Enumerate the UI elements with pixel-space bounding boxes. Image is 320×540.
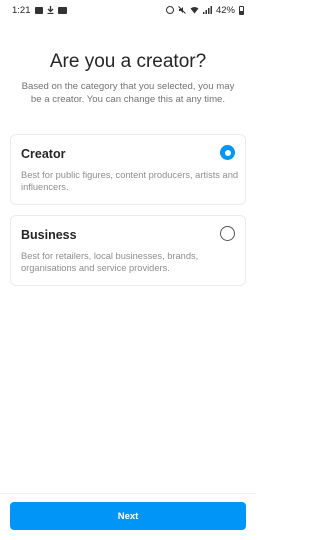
creator-radio-button[interactable] (220, 145, 235, 160)
option-business-title: Business (21, 228, 77, 242)
creator-selection-screen: 1:21 42% Are you a creator? Based on the… (0, 0, 256, 540)
option-creator-title: Creator (21, 147, 66, 161)
image-icon (34, 6, 43, 14)
option-business-card[interactable]: Business Best for retailers, local busin… (10, 215, 246, 286)
business-radio-button[interactable] (220, 226, 235, 241)
status-bar-right: 42% (165, 4, 244, 16)
status-bar-left: 1:21 (12, 5, 67, 16)
next-button[interactable]: Next (10, 502, 246, 530)
mute-icon (178, 6, 186, 14)
alarm-icon (165, 6, 174, 14)
status-time: 1:21 (12, 4, 31, 16)
option-creator-card[interactable]: Creator Best for public figures, content… (10, 134, 246, 205)
download-icon (47, 6, 54, 15)
wifi-icon (190, 6, 199, 14)
battery-percent: 42% (215, 4, 235, 16)
folder-icon (57, 6, 67, 14)
status-bar: 1:21 42% (0, 0, 256, 20)
battery-icon (239, 5, 244, 15)
page-title: Are you a creator? (49, 51, 207, 72)
option-creator-description: Best for public figures, content produce… (21, 170, 239, 192)
page-subtitle: Based on the category that you selected,… (21, 81, 235, 105)
option-business-description: Best for retailers, local businesses, br… (21, 251, 199, 273)
signal-icon (202, 6, 212, 14)
footer-divider (0, 493, 256, 494)
